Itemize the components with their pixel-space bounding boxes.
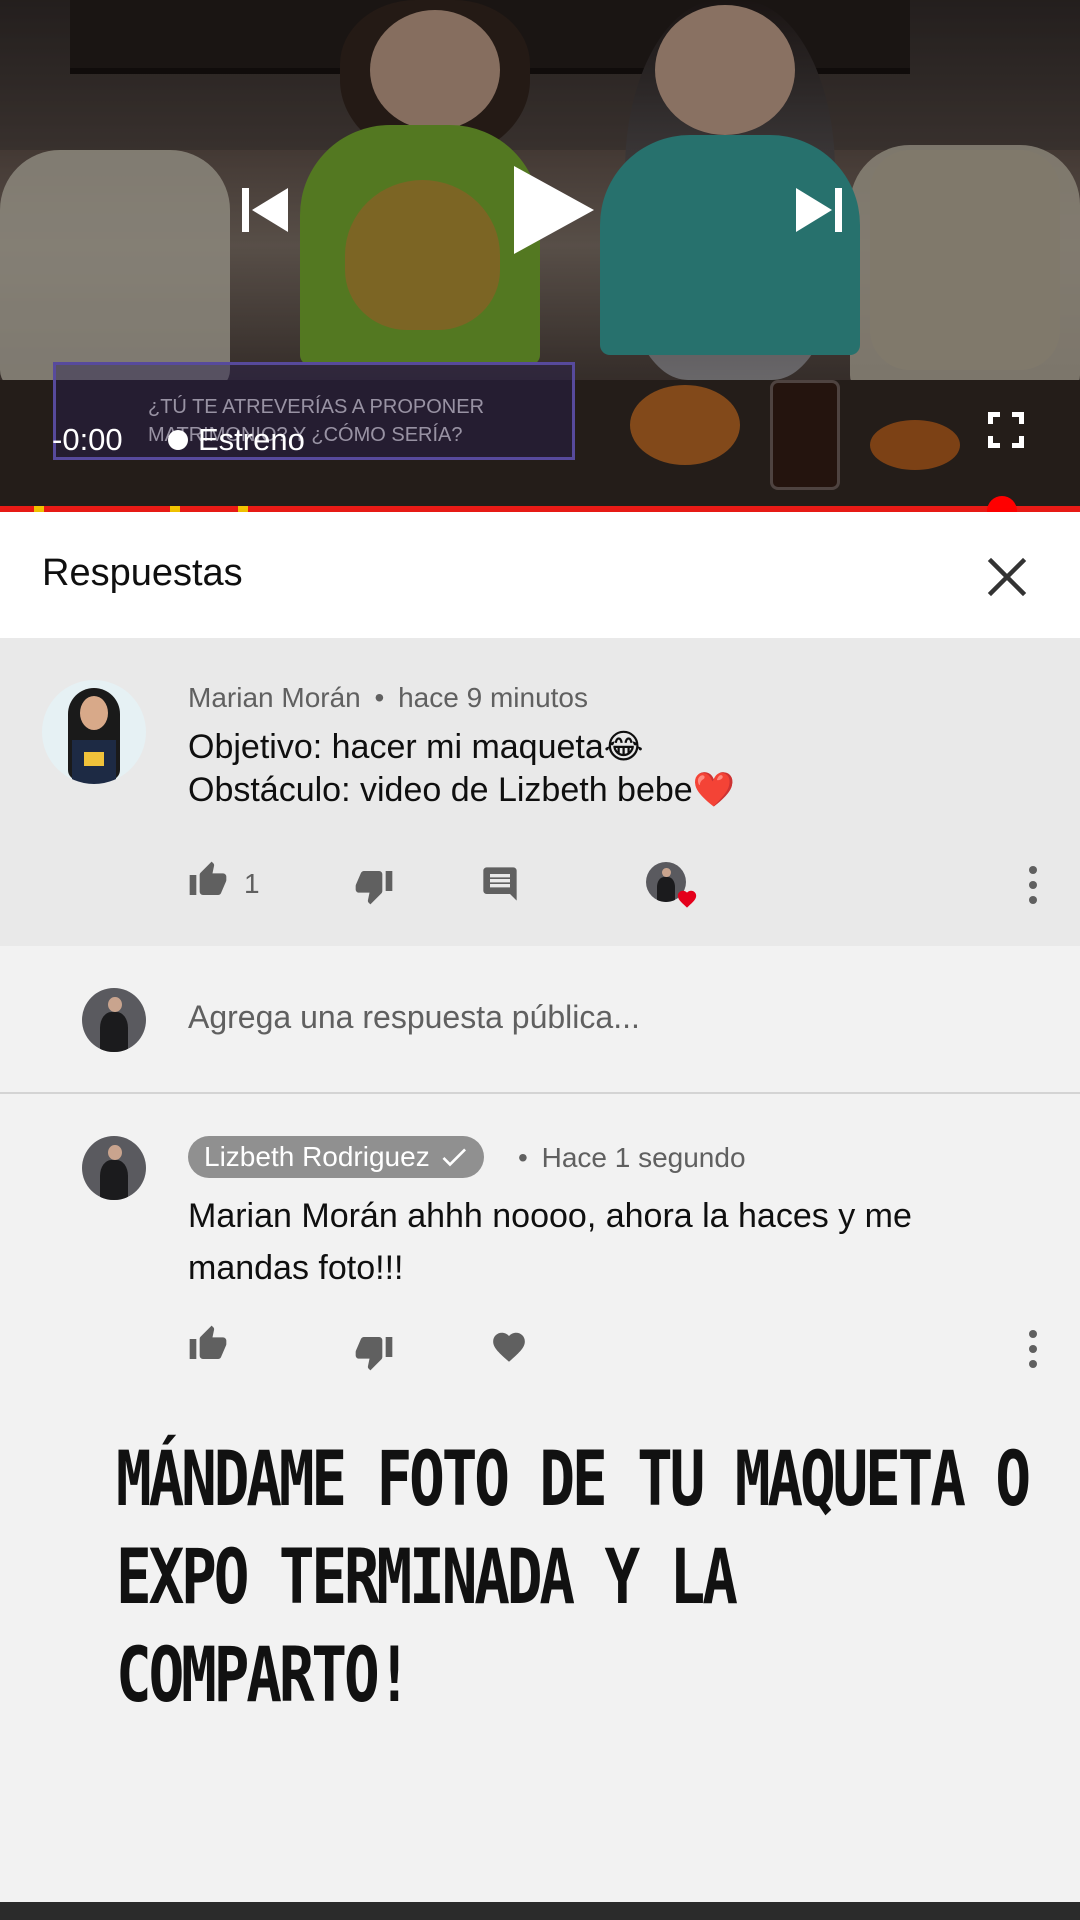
reply-comment: Lizbeth Rodriguez • Hace 1 segundo Maria… — [0, 1094, 1080, 1394]
play-icon[interactable] — [508, 162, 598, 258]
more-icon[interactable] — [1028, 866, 1038, 911]
responses-header: Respuestas — [0, 512, 1080, 638]
dislike-icon[interactable] — [354, 866, 394, 906]
video-title-banner: ¿TÚ TE ATREVERÍAS A PROPONER MATRIMONIO?… — [53, 362, 575, 460]
reply-icon[interactable] — [480, 864, 520, 904]
close-icon[interactable] — [985, 555, 1029, 599]
video-player[interactable]: ¿TÚ TE ATREVERÍAS A PROPONER MATRIMONIO?… — [0, 0, 1080, 512]
like-icon[interactable] — [188, 860, 228, 900]
reply-author: Lizbeth Rodriguez — [204, 1141, 430, 1172]
reply-body: Marian Morán ahhh noooo, ahora la haces … — [188, 1197, 912, 1287]
caption-line: EXPO TERMINADA Y LA COMPARTO! — [116, 1532, 738, 1719]
comment-line: Obstáculo: video de Lizbeth bebe❤️ — [188, 771, 736, 809]
reply-time: Hace 1 segundo — [541, 1142, 746, 1173]
like-icon[interactable] — [188, 1324, 228, 1364]
like-count: 1 — [244, 868, 260, 899]
video-time: -0:00 — [52, 422, 123, 457]
reply-input-row — [0, 946, 1080, 1094]
heart-icon[interactable] — [490, 1328, 528, 1366]
dislike-icon[interactable] — [354, 1332, 394, 1372]
creator-author-badge[interactable]: Lizbeth Rodriguez — [188, 1136, 484, 1178]
meta-separator: • — [374, 682, 385, 713]
meta-separator: • — [518, 1142, 528, 1173]
original-comment: Marian Morán • hace 9 minutos Objetivo: … — [0, 638, 1080, 946]
reply-meta: • Hace 1 segundo — [518, 1142, 746, 1174]
premiere-dot-icon — [168, 430, 188, 450]
comment-author[interactable]: Marian Morán — [188, 682, 361, 713]
avatar[interactable] — [82, 1136, 146, 1200]
story-caption: MÁNDAME FOTO DE TU MAQUETA O EXPO TERMIN… — [116, 1430, 1052, 1724]
comment-body: Objetivo: hacer mi maqueta😂 Obstáculo: v… — [188, 726, 735, 812]
caption-line: MÁNDAME FOTO DE TU MAQUETA O — [116, 1434, 1031, 1523]
reply-input[interactable] — [188, 992, 1008, 1042]
verified-check-icon — [442, 1148, 466, 1167]
next-icon[interactable] — [790, 182, 846, 238]
creator-heart-icon — [677, 890, 697, 908]
avatar[interactable] — [42, 680, 146, 784]
previous-icon[interactable] — [238, 182, 294, 238]
comment-line: Objetivo: hacer mi maqueta😂 — [188, 728, 644, 766]
more-icon[interactable] — [1028, 1330, 1038, 1375]
comment-meta: Marian Morán • hace 9 minutos — [188, 682, 588, 714]
bottom-bar — [0, 1902, 1080, 1920]
avatar — [82, 988, 146, 1052]
premiere-label: Estreno — [198, 422, 305, 457]
fullscreen-icon[interactable] — [986, 410, 1026, 450]
comment-time: hace 9 minutos — [398, 682, 588, 713]
responses-title: Respuestas — [42, 552, 243, 594]
